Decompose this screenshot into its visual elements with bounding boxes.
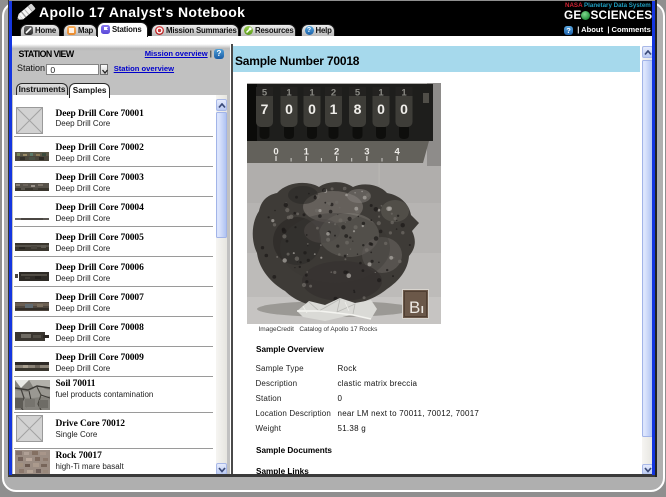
svg-text:5: 5: [355, 88, 361, 99]
svg-text:3: 3: [364, 147, 369, 158]
svg-text:1: 1: [330, 101, 338, 117]
svg-text:1: 1: [378, 88, 384, 99]
svg-text:0: 0: [400, 101, 408, 117]
svg-text:2: 2: [331, 88, 336, 99]
svg-text:0: 0: [377, 101, 385, 117]
svg-text:1: 1: [286, 88, 292, 99]
svg-text:1: 1: [401, 88, 407, 99]
svg-text:8: 8: [354, 101, 362, 117]
svg-text:0: 0: [273, 147, 278, 158]
svg-text:7: 7: [261, 101, 269, 117]
svg-text:2: 2: [334, 147, 339, 158]
svg-text:0: 0: [285, 101, 293, 117]
svg-text:5: 5: [262, 88, 268, 99]
svg-text:4: 4: [395, 147, 401, 158]
svg-text:B: B: [409, 298, 420, 317]
svg-text:0: 0: [308, 101, 316, 117]
svg-text:1: 1: [304, 147, 310, 158]
svg-text:1: 1: [309, 88, 315, 99]
